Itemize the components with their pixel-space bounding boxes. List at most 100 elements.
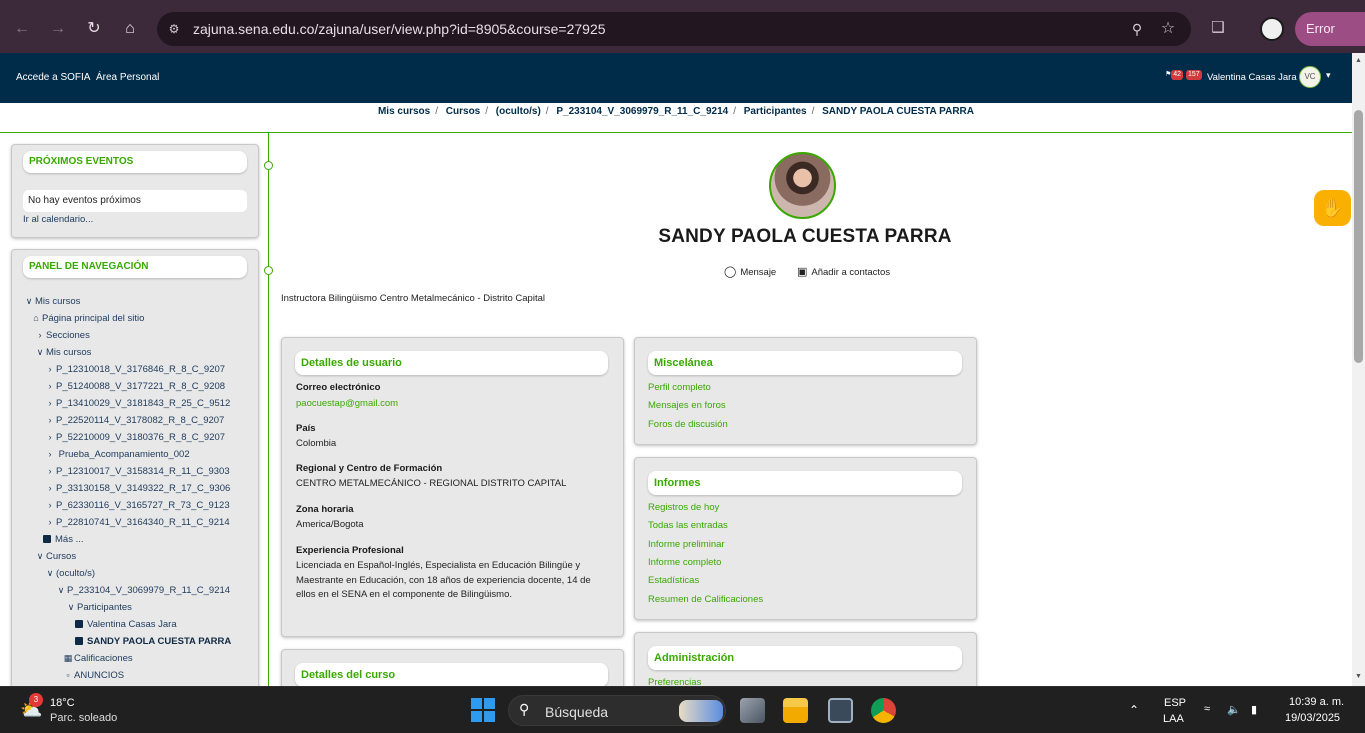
reload-icon[interactable]: ↻: [82, 17, 106, 41]
nav-item[interactable]: › P_13410029_V_3181843_R_25_C_9512: [45, 398, 231, 409]
nav-item[interactable]: ∨ Cursos: [35, 551, 76, 562]
nav-item[interactable]: › P_51240088_V_3177221_R_8_C_9208: [45, 381, 226, 392]
nav-item[interactable]: ∨ (oculto/s): [45, 568, 95, 579]
report-link[interactable]: Estadísticas: [648, 575, 699, 586]
input-layout[interactable]: LAA: [1163, 713, 1184, 725]
chevron-right-icon: ›: [48, 432, 52, 442]
chevron-down-icon: ∨: [36, 347, 44, 357]
chevron-right-icon: ›: [48, 364, 52, 374]
nav-item[interactable]: › Secciones: [35, 330, 90, 341]
user-icon: [75, 637, 83, 645]
card-title: Informes: [648, 471, 962, 495]
report-link[interactable]: Informe completo: [648, 557, 721, 568]
nav-item[interactable]: ⌂ Página principal del sitio: [31, 313, 144, 324]
url-text[interactable]: zajuna.sena.edu.co/zajuna/user/view.php?…: [193, 21, 606, 37]
full-profile-link[interactable]: Perfil completo: [648, 382, 711, 393]
bookmark-star-icon[interactable]: ☆: [1157, 18, 1179, 40]
nav-item[interactable]: ∨ Mis cursos: [24, 296, 81, 307]
chevron-down-icon: ∨: [67, 602, 75, 612]
calculator-icon[interactable]: [828, 698, 853, 723]
upcoming-events-block: PRÓXIMOS EVENTOS No hay eventos próximos…: [11, 144, 259, 238]
scroll-up-icon[interactable]: ▲: [1355, 57, 1362, 64]
notifications-badge: 42: [1171, 70, 1184, 80]
wifi-icon[interactable]: ≈: [1204, 703, 1210, 715]
user-name[interactable]: Valentina Casas Jara: [1207, 72, 1297, 83]
calendar-link[interactable]: Ir al calendario...: [23, 214, 93, 225]
scroll-down-icon[interactable]: ▼: [1355, 673, 1362, 680]
nav-item[interactable]: › Prueba_Acompanamiento_002: [45, 449, 190, 460]
profile-avatar-icon[interactable]: [1260, 17, 1284, 41]
nav-item[interactable]: › P_22520114_V_3178082_R_8_C_9207: [45, 415, 225, 426]
email-link[interactable]: paocuestap@gmail.com: [296, 397, 606, 412]
breadcrumb: Mis cursos / Cursos / (oculto/s) / P_233104…: [0, 103, 1352, 133]
link-area-personal[interactable]: Área Personal: [96, 72, 159, 83]
nav-item[interactable]: › P_52210009_V_3180376_R_8_C_9207: [45, 432, 226, 443]
nav-item-active[interactable]: SANDY PAOLA CUESTA PARRA: [75, 636, 231, 647]
card-title: Administración: [648, 646, 962, 670]
forum-discussions-link[interactable]: Foros de discusión: [648, 419, 728, 430]
nav-item[interactable]: › P_22810741_V_3164340_R_11_C_9214: [45, 517, 230, 528]
nav-item[interactable]: › P_12310018_V_3176846_R_8_C_9207: [45, 364, 226, 375]
weather-badge: 3: [29, 693, 43, 707]
error-button[interactable]: Error: [1295, 12, 1365, 46]
timeline-dot: [264, 161, 273, 170]
message-button[interactable]: ◯ Mensaje: [724, 265, 776, 278]
country-label: País: [296, 423, 316, 434]
nav-item[interactable]: › P_33130158_V_3149322_R_17_C_9306: [45, 483, 231, 494]
contact-card-icon: ▣: [797, 266, 808, 278]
chrome-icon[interactable]: [871, 698, 896, 723]
windows-taskbar: ⛅ 3 18°C Parc. soleado ⚲ Búsqueda ⌃ ESP …: [0, 686, 1365, 733]
page-scrollbar[interactable]: ▲ ▼: [1352, 53, 1365, 686]
breadcrumb-item[interactable]: Cursos: [446, 106, 480, 117]
chevron-down-icon[interactable]: ▾: [1326, 70, 1331, 81]
nav-item[interactable]: ▫ ANUNCIOS: [63, 670, 124, 681]
nav-item[interactable]: ▦ Calificaciones: [63, 653, 133, 664]
taskbar-search[interactable]: ⚲ Búsqueda: [508, 695, 726, 726]
input-language[interactable]: ESP: [1164, 697, 1186, 709]
handshake-help-button[interactable]: ✋: [1314, 190, 1351, 226]
report-link[interactable]: Resumen de Calificaciones: [648, 594, 763, 605]
forward-icon[interactable]: →: [46, 17, 70, 41]
link-sofia[interactable]: Accede a SOFIA: [16, 72, 90, 83]
nav-item[interactable]: › P_62330116_V_3165727_R_73_C_9123: [45, 500, 230, 511]
messages-icon[interactable]: 157: [1186, 70, 1202, 84]
clock-time[interactable]: 10:39 a. m.: [1289, 696, 1344, 708]
weather-widget[interactable]: ⛅ 3 18°C Parc. soleado: [18, 693, 128, 728]
extensions-icon[interactable]: ❑: [1207, 17, 1229, 39]
notifications-icon[interactable]: ⚑ 42: [1165, 70, 1184, 84]
site-info-icon[interactable]: ⚙: [165, 20, 183, 38]
battery-icon[interactable]: ▮: [1251, 703, 1257, 716]
nav-item[interactable]: Valentina Casas Jara: [75, 619, 177, 630]
nav-item[interactable]: Más ...: [43, 534, 84, 545]
breadcrumb-item[interactable]: Mis cursos: [378, 106, 430, 117]
nav-item[interactable]: ∨ Mis cursos: [35, 347, 92, 358]
folder-icon: ▫: [66, 670, 70, 680]
breadcrumb-item[interactable]: Participantes: [744, 106, 807, 117]
scrollbar-thumb[interactable]: [1354, 110, 1363, 363]
address-bar[interactable]: ⚙ zajuna.sena.edu.co/zajuna/user/view.ph…: [157, 12, 1191, 46]
email-label: Correo electrónico: [296, 382, 381, 393]
report-link[interactable]: Registros de hoy: [648, 502, 719, 513]
nav-item[interactable]: ∨ P_233104_V_3069979_R_11_C_9214: [56, 585, 230, 596]
breadcrumb-item[interactable]: P_233104_V_3069979_R_11_C_9214: [556, 106, 728, 117]
forum-posts-link[interactable]: Mensajes en foros: [648, 400, 726, 411]
back-icon[interactable]: ←: [10, 17, 34, 41]
add-contact-button[interactable]: ▣ Añadir a contactos: [797, 265, 890, 278]
zoom-icon[interactable]: ⚲: [1127, 19, 1147, 39]
search-highlight-image: [679, 700, 723, 722]
report-link[interactable]: Todas las entradas: [648, 520, 728, 531]
clock-date[interactable]: 19/03/2025: [1285, 712, 1340, 724]
user-avatar[interactable]: VC: [1299, 66, 1321, 88]
chevron-down-icon: ∨: [25, 296, 33, 306]
nav-item[interactable]: › P_12310017_V_3158314_R_11_C_9303: [45, 466, 230, 477]
chevron-up-icon[interactable]: ⌃: [1129, 703, 1139, 717]
speaker-muted-icon[interactable]: 🔈: [1227, 703, 1241, 716]
start-menu-icon[interactable]: [471, 698, 495, 722]
report-link[interactable]: Informe preliminar: [648, 539, 725, 550]
file-explorer-icon[interactable]: [783, 698, 808, 723]
home-icon[interactable]: ⌂: [118, 17, 142, 41]
chevron-right-icon: ›: [48, 415, 52, 425]
breadcrumb-item[interactable]: (oculto/s): [496, 106, 541, 117]
nav-item[interactable]: ∨ Participantes: [66, 602, 132, 613]
task-view-icon[interactable]: [740, 698, 765, 723]
